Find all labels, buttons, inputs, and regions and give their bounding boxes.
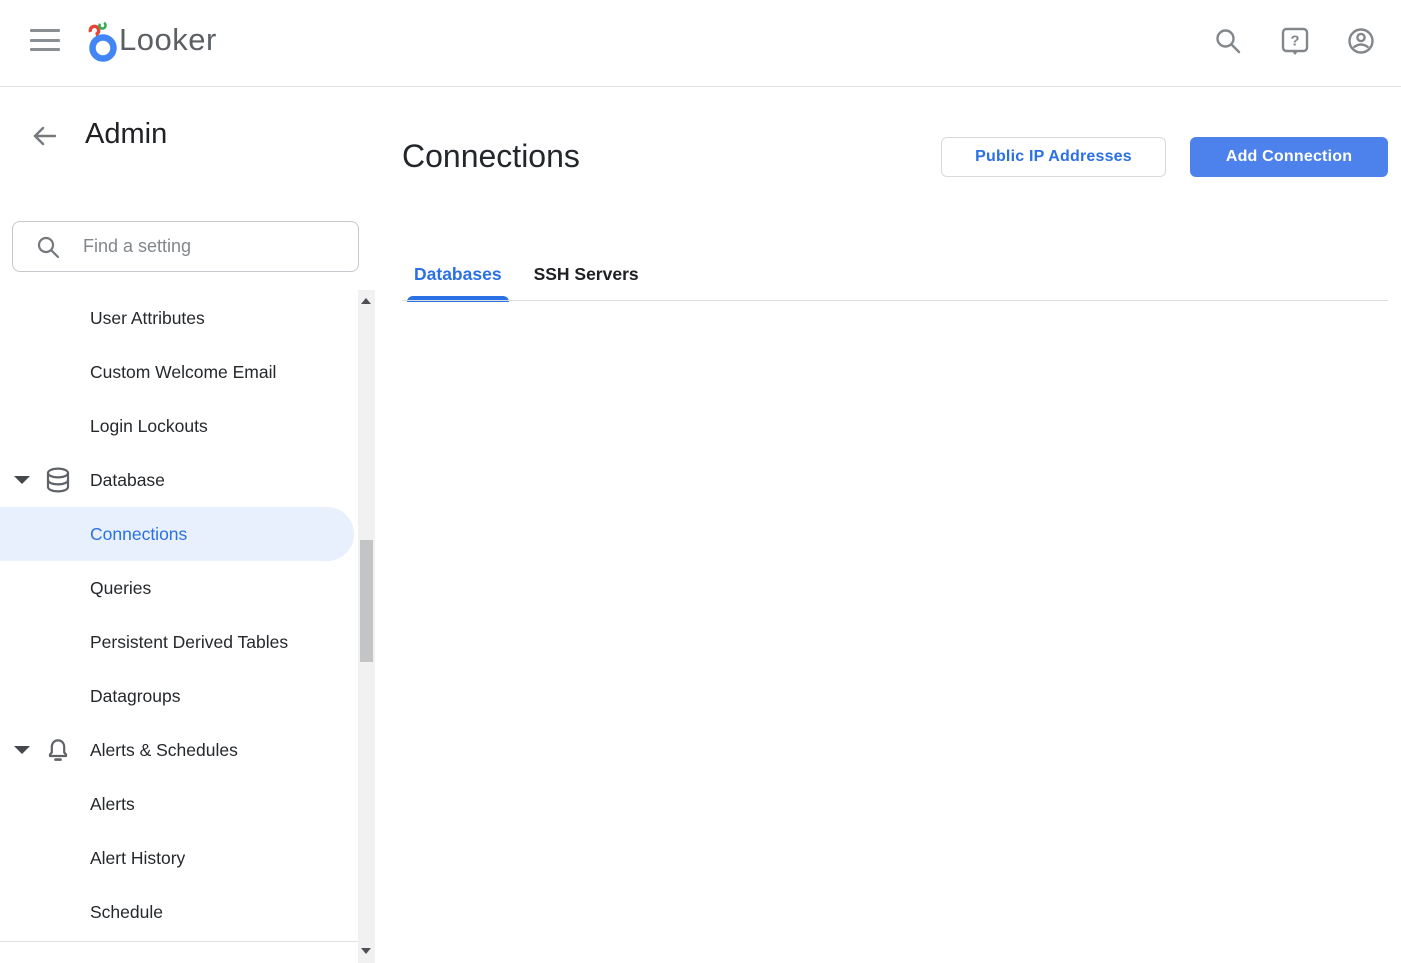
sidebar-title: Admin: [85, 118, 167, 151]
looker-logo-icon: [86, 16, 122, 66]
sidebar-item-alerts[interactable]: Alerts: [0, 777, 354, 831]
sidebar-item-connections[interactable]: Connections: [0, 507, 354, 561]
account-icon[interactable]: [1346, 26, 1376, 56]
sidebar-item-queries[interactable]: Queries: [0, 561, 354, 615]
svg-text:?: ?: [1290, 33, 1299, 50]
hamburger-menu-icon[interactable]: [28, 27, 62, 53]
tab-ssh-servers[interactable]: SSH Servers: [527, 248, 646, 301]
sidebar-item-custom-welcome-email[interactable]: Custom Welcome Email: [0, 345, 354, 399]
sidebar-item-datagroups[interactable]: Datagroups: [0, 669, 354, 723]
sidebar-group-database[interactable]: Database: [0, 453, 354, 507]
scroll-up-arrow-icon[interactable]: [361, 298, 371, 304]
back-arrow-icon[interactable]: [31, 122, 59, 150]
caret-down-icon[interactable]: [14, 746, 30, 754]
connections-tabs: Databases SSH Servers: [402, 248, 646, 301]
sidebar-item-login-lockouts[interactable]: Login Lockouts: [0, 399, 354, 453]
app-name: Looker: [119, 22, 217, 58]
find-setting-searchbox[interactable]: [12, 221, 359, 272]
sidebar-divider: [0, 941, 358, 942]
scroll-down-arrow-icon[interactable]: [361, 948, 371, 954]
scrollbar-thumb[interactable]: [360, 540, 373, 662]
admin-nav-list: User Attributes Custom Welcome Email Log…: [0, 291, 358, 939]
sidebar-item-schedule[interactable]: Schedule: [0, 885, 354, 939]
tabs-divider: [402, 300, 1388, 301]
help-icon[interactable]: ?: [1280, 26, 1310, 56]
sidebar-group-alerts-schedules[interactable]: Alerts & Schedules: [0, 723, 354, 777]
sidebar-item-alert-history[interactable]: Alert History: [0, 831, 354, 885]
database-icon: [44, 466, 72, 494]
top-app-bar: Looker ?: [0, 0, 1401, 87]
add-connection-button[interactable]: Add Connection: [1190, 137, 1388, 177]
public-ip-addresses-button[interactable]: Public IP Addresses: [941, 137, 1166, 177]
sidebar-scrollbar[interactable]: [358, 290, 375, 963]
sidebar-item-persistent-derived-tables[interactable]: Persistent Derived Tables: [0, 615, 354, 669]
active-tab-underline: [407, 296, 509, 302]
search-icon: [35, 234, 61, 260]
sidebar-item-user-attributes[interactable]: User Attributes: [0, 291, 354, 345]
find-setting-input[interactable]: [83, 222, 348, 271]
caret-down-icon[interactable]: [14, 476, 30, 484]
page-title: Connections: [402, 138, 580, 175]
tab-databases[interactable]: Databases: [407, 248, 509, 301]
search-icon[interactable]: [1213, 26, 1243, 56]
bell-icon: [44, 736, 72, 764]
